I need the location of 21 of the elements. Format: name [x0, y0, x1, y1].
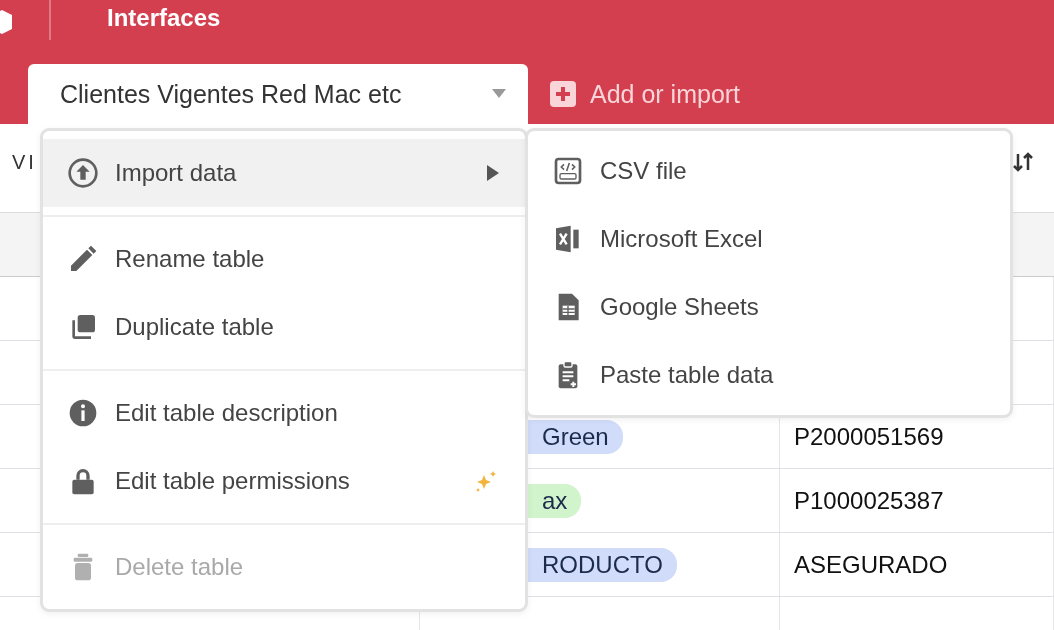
menu-item[interactable]: Microsoft Excel	[528, 205, 1010, 273]
app-title: Interfaces	[107, 4, 221, 32]
submenu-arrow-icon	[487, 165, 499, 181]
sort-button[interactable]	[1012, 150, 1034, 174]
menu-item[interactable]: Import data	[43, 139, 525, 207]
view-label[interactable]: VI	[0, 150, 37, 174]
menu-item[interactable]: Duplicate table	[43, 293, 525, 361]
csv-file-icon	[552, 155, 584, 187]
table-tab[interactable]: Clientes Vigentes Red Mac etc	[28, 64, 528, 124]
sort-icon	[1012, 150, 1034, 174]
upload-icon	[67, 157, 99, 189]
plus-icon	[550, 81, 576, 107]
menu-item[interactable]: Rename table	[43, 225, 525, 293]
menu-item[interactable]: Paste table data	[528, 341, 1010, 409]
table-cell: P2000051569	[794, 422, 944, 451]
menu-item[interactable]: CSV file	[528, 137, 1010, 205]
table-cell: ASEGURADO	[794, 550, 948, 579]
info-icon	[67, 397, 99, 429]
caret-icon	[492, 89, 506, 99]
menu-item[interactable]: Google Sheets	[528, 273, 1010, 341]
table-cell: P1000025387	[794, 486, 944, 515]
